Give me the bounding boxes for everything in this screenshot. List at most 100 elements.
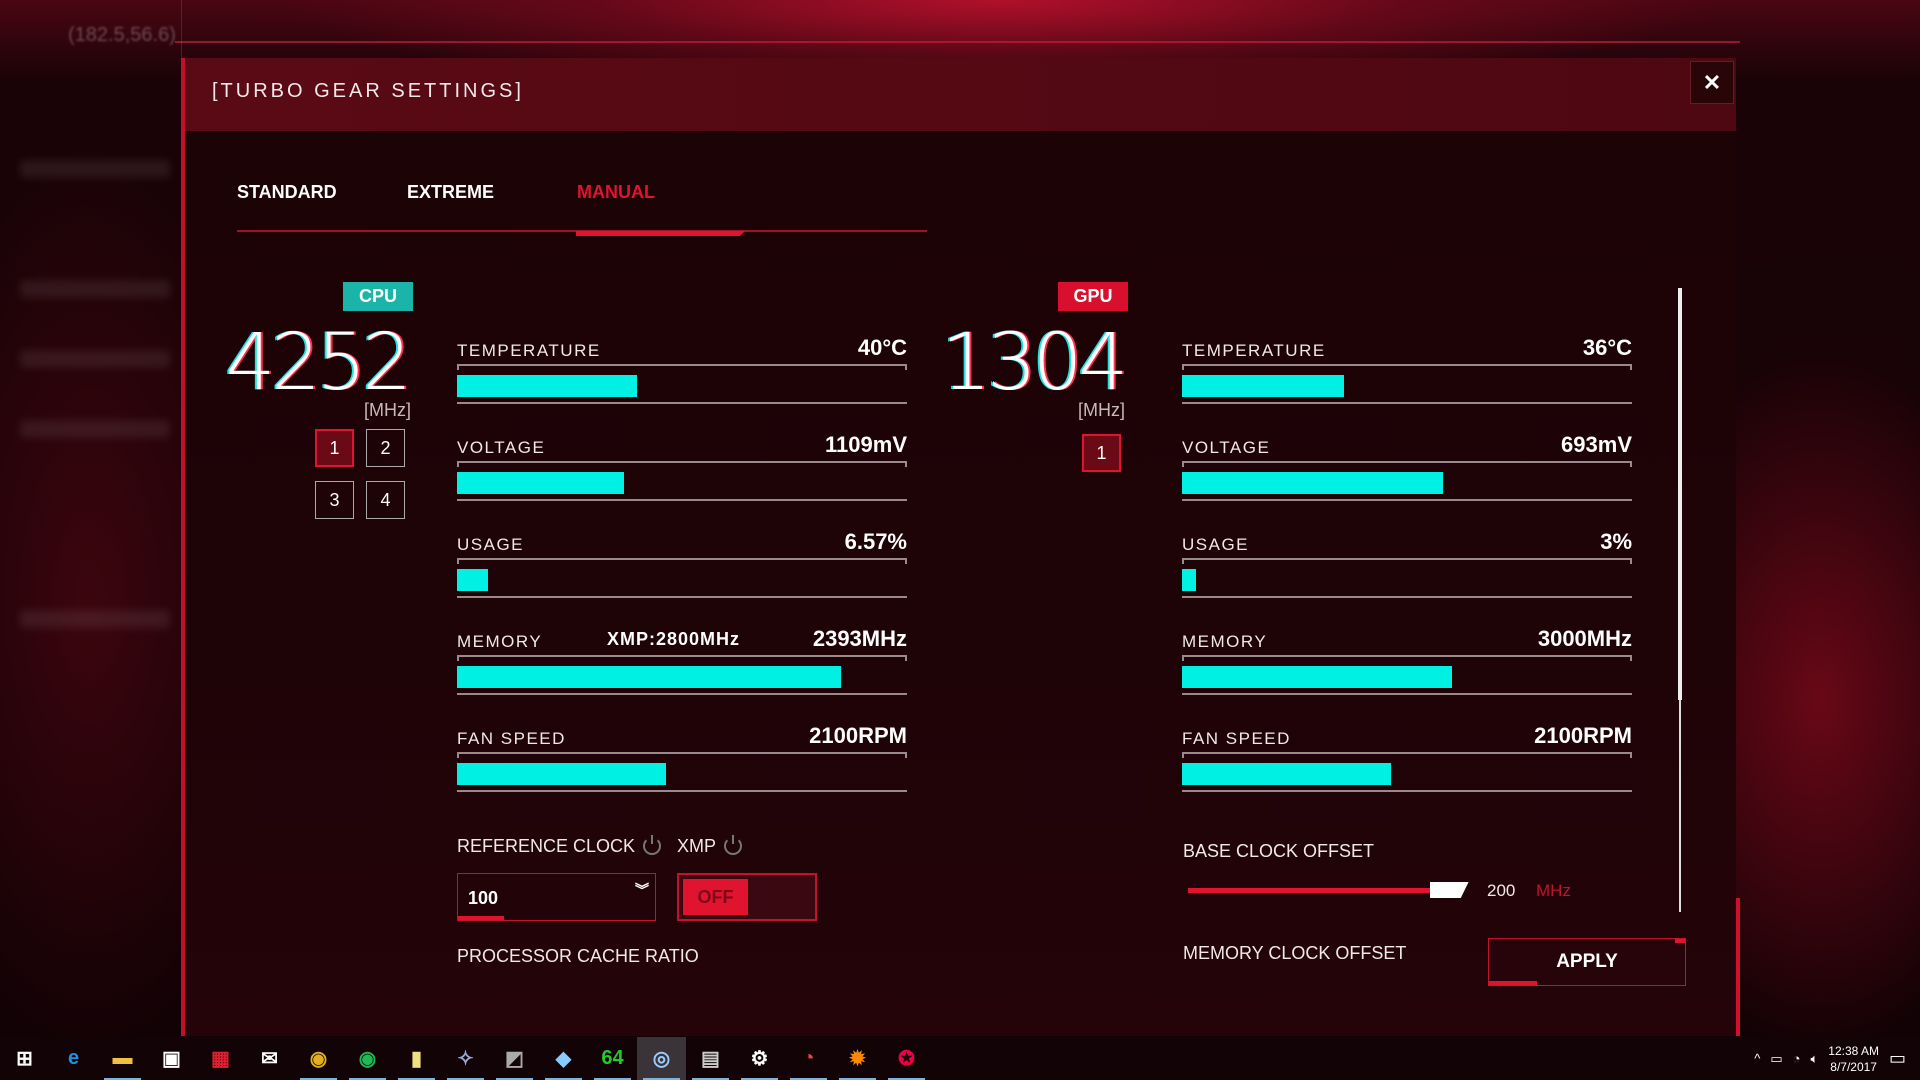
metric-sublabel: XMP:2800MHz — [607, 629, 741, 649]
tab-standard[interactable]: STANDARD — [237, 182, 337, 203]
cpu-core-1-button[interactable]: 1 — [315, 429, 354, 467]
blurred-sidebar-item — [20, 420, 170, 438]
taskbar-aida64-button[interactable]: 64 — [588, 1037, 637, 1080]
tab-manual[interactable]: MANUAL — [577, 182, 655, 203]
taskbar-store-button[interactable]: ▣ — [147, 1037, 196, 1080]
wifi-icon[interactable]: ◔ — [1793, 1051, 1801, 1066]
metric-value: 1109mV — [825, 432, 907, 457]
chevron-double-down-icon[interactable]: ︾ — [635, 883, 649, 897]
battery-icon[interactable]: ▭ — [1770, 1051, 1782, 1067]
xmp-label: XMP — [677, 835, 743, 857]
cpu-core-4-button[interactable]: 4 — [366, 481, 405, 519]
taskbar-sticky-notes-button[interactable]: ▮ — [392, 1037, 441, 1080]
metric-bar-fill — [1182, 375, 1344, 397]
base-clock-offset-unit: MHz — [1536, 881, 1571, 900]
apply-label: APPLY — [1556, 951, 1618, 972]
taskbar-rog-gaming-center-button[interactable]: ✪ — [882, 1037, 931, 1080]
cpu-frequency-unit: [MHz] — [364, 400, 411, 420]
taskbar-settings-button[interactable]: ⚙ — [735, 1037, 784, 1080]
reference-clock-label: REFERENCE CLOCK — [457, 835, 662, 857]
taskbar-steam-button[interactable]: ◎ — [637, 1037, 686, 1080]
app-bird-icon: ✧ — [457, 1048, 474, 1070]
rog-gaming-center-icon: ✪ — [898, 1048, 915, 1070]
sticky-notes-icon: ▮ — [410, 1048, 422, 1070]
metric-value: 2100RPM — [1534, 723, 1632, 748]
xmp-text: XMP — [677, 836, 717, 856]
processor-cache-ratio-label: PROCESSOR CACHE RATIO — [457, 946, 699, 966]
store-icon: ▣ — [162, 1048, 181, 1070]
power-icon[interactable] — [643, 835, 662, 855]
gpu-frequency: 1304 — [941, 318, 1128, 408]
taskbar-chrome-button[interactable]: ◉ — [294, 1037, 343, 1080]
apply-button[interactable]: APPLY — [1488, 938, 1686, 986]
scrollbar[interactable] — [1678, 288, 1682, 912]
blurred-sidebar-item — [20, 350, 170, 368]
file-explorer-icon: ▬ — [112, 1047, 133, 1069]
metric-value: 2100RPM — [809, 723, 907, 748]
volume-icon[interactable]: 🔈︎ — [1810, 1051, 1818, 1067]
metric-value: 693mV — [1561, 432, 1632, 457]
cpu-metric-memory: MEMORY XMP:2800MHz 2393MHz — [457, 626, 907, 712]
taskbar-app-device-button[interactable]: ▤ — [686, 1037, 735, 1080]
cpu-core-3-button[interactable]: 3 — [315, 481, 354, 519]
settings-icon: ⚙ — [750, 1048, 769, 1070]
metric-label: VOLTAGE — [457, 438, 546, 457]
spotify-icon: ◉ — [358, 1048, 377, 1070]
metric-bar-fill — [457, 375, 637, 397]
scrollbar-thumb[interactable] — [1678, 288, 1682, 700]
reference-clock-value: 100 — [468, 888, 499, 908]
clock[interactable]: 12:38 AM 8/7/2017 — [1828, 1043, 1879, 1075]
gift-icon: ▦ — [211, 1048, 230, 1070]
metric-value: 6.57% — [844, 529, 907, 554]
gpu-metric-voltage: VOLTAGE 693mV — [1182, 432, 1632, 518]
base-clock-offset-slider[interactable] — [1188, 882, 1469, 898]
base-clock-offset-value: 200 — [1487, 881, 1516, 900]
gpu-core-1-button[interactable]: 1 — [1082, 434, 1121, 472]
metric-bar — [1182, 655, 1632, 695]
reference-clock-text: REFERENCE CLOCK — [457, 836, 636, 856]
cpu-frequency: 4252 — [225, 318, 412, 408]
power-icon[interactable] — [724, 835, 743, 855]
edge-icon: e — [67, 1047, 80, 1069]
taskbar-file-explorer-button[interactable]: ▬ — [98, 1037, 147, 1080]
taskbar-app-gauge-button[interactable]: ◩ — [490, 1037, 539, 1080]
active-tab-indicator — [576, 231, 745, 236]
xmp-toggle[interactable]: OFF — [677, 873, 817, 921]
taskbar-edge-button[interactable]: e — [49, 1037, 98, 1080]
metric-bar-fill — [457, 472, 624, 494]
app-gauge-icon: ◩ — [505, 1048, 524, 1070]
cpu-badge: CPU — [343, 282, 413, 311]
gpu-frequency-unit: [MHz] — [1078, 400, 1125, 420]
mail-icon: ✉ — [261, 1048, 278, 1070]
notifications-icon[interactable]: ▭ — [1889, 1048, 1906, 1069]
metric-value: 3% — [1600, 529, 1632, 554]
taskbar-gift-button[interactable]: ▦ — [196, 1037, 245, 1080]
metric-label: MEMORY — [1182, 632, 1268, 651]
app-red-gauge-icon: ◔ — [802, 1047, 815, 1069]
metric-bar — [457, 752, 907, 792]
taskbar-app-flame-button[interactable]: ✹ — [833, 1037, 882, 1080]
reference-clock-input[interactable]: 100 ︾ — [457, 873, 656, 921]
taskbar-mail-button[interactable]: ✉ — [245, 1037, 294, 1080]
cpu-core-2-button[interactable]: 2 — [366, 429, 405, 467]
taskbar-app-red-gauge-button[interactable]: ◔ — [784, 1037, 833, 1080]
chevron-up-icon[interactable]: ^ — [1754, 1051, 1760, 1066]
close-icon: ✕ — [1702, 69, 1722, 95]
metric-label: TEMPERATURE — [1182, 341, 1326, 360]
blurred-sidebar-item — [20, 610, 170, 628]
metric-bar — [457, 364, 907, 404]
close-button[interactable]: ✕ — [1690, 61, 1734, 104]
xmp-state: OFF — [683, 879, 748, 915]
gpu-metric-memory: MEMORY 3000MHz — [1182, 626, 1632, 712]
system-tray: ^ ▭ ◔ 🔈︎ 12:38 AM 8/7/2017 ▭ — [1754, 1037, 1920, 1080]
metric-bar-fill — [1182, 472, 1443, 494]
taskbar-app-bird-button[interactable]: ✧ — [441, 1037, 490, 1080]
tab-extreme[interactable]: EXTREME — [407, 182, 494, 203]
clock-date: 8/7/2017 — [1830, 1059, 1877, 1074]
cpu-metric-temperature: TEMPERATURE 40°C — [457, 335, 907, 421]
taskbar-spotify-button[interactable]: ◉ — [343, 1037, 392, 1080]
metric-bar — [457, 558, 907, 598]
metric-bar-fill — [1182, 569, 1196, 591]
taskbar-windows-start-button[interactable]: ⊞ — [0, 1037, 49, 1080]
taskbar-app-blue-button[interactable]: ◆ — [539, 1037, 588, 1080]
